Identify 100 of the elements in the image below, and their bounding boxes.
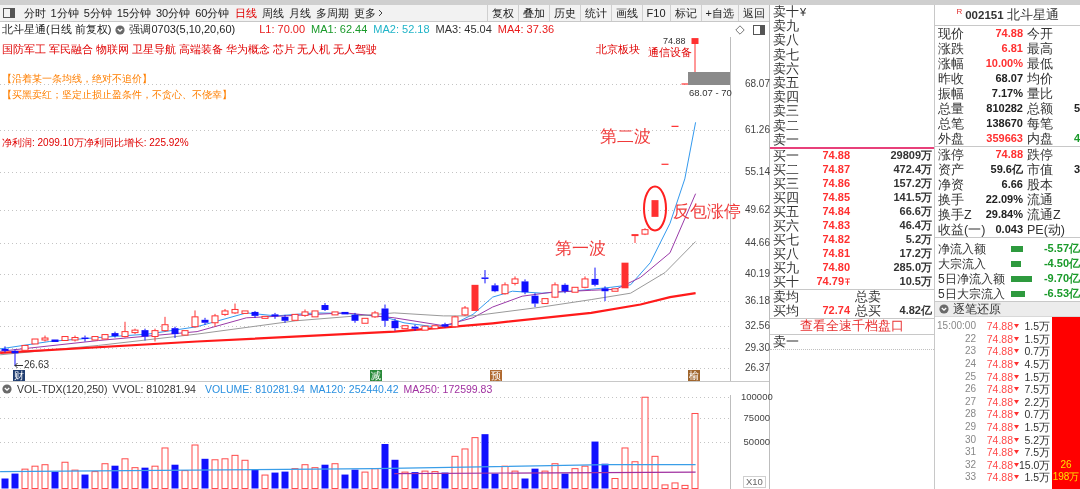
volume-bar bbox=[91, 471, 99, 489]
volume-bar bbox=[181, 470, 189, 489]
period-tab[interactable]: 多周期 bbox=[313, 5, 351, 21]
volume-bar bbox=[11, 473, 19, 489]
candlestick bbox=[371, 310, 379, 319]
axis-label: 75000 bbox=[742, 412, 770, 424]
candlestick bbox=[621, 262, 629, 289]
candlestick bbox=[71, 335, 79, 342]
indicator-name: VOL-TDX(120,250) bbox=[17, 382, 108, 395]
quote-label: 股本 bbox=[1027, 177, 1053, 192]
toolbar-button[interactable]: 历史 bbox=[548, 5, 580, 21]
bid-price: 74.86 bbox=[822, 177, 850, 191]
axis-label: 44.66 bbox=[743, 237, 770, 249]
volume-bar bbox=[681, 484, 689, 489]
bid-volume: 141.5万 bbox=[892, 191, 932, 205]
bid-level-label: 买三 bbox=[773, 176, 799, 191]
candlestick bbox=[41, 335, 49, 342]
bid-level-label: 买二 bbox=[773, 162, 799, 177]
scale-label: X10 bbox=[743, 476, 766, 488]
volume-bar bbox=[321, 464, 329, 489]
price-range-label: 68.07 - 70 bbox=[689, 87, 732, 98]
low-price-label: 26.63 bbox=[24, 359, 50, 371]
volume-bar bbox=[511, 470, 519, 489]
period-tab[interactable]: 15分钟 bbox=[114, 5, 154, 21]
volume-bar bbox=[131, 467, 139, 489]
quote-label: PE(动) bbox=[1027, 222, 1065, 237]
bid-volume: 66.6万 bbox=[898, 205, 932, 219]
volume-bar bbox=[81, 474, 89, 489]
candlestick bbox=[171, 326, 179, 339]
fund-flow-value: -9.70亿 bbox=[1042, 272, 1080, 285]
tick-price: 74.88 bbox=[985, 332, 1013, 345]
quote-value: 74.88 bbox=[995, 27, 1023, 40]
bid-volume: 29809万 bbox=[889, 149, 932, 163]
volume-bar bbox=[171, 464, 179, 489]
candlestick bbox=[391, 318, 399, 332]
quote-label: 量比 bbox=[1027, 86, 1053, 101]
toolbar-button[interactable]: 标记 bbox=[669, 5, 701, 21]
candlestick bbox=[261, 315, 269, 319]
volume-bar bbox=[541, 470, 549, 489]
period-tab[interactable]: 1分钟 bbox=[48, 5, 82, 21]
toolbar-button[interactable]: 画线 bbox=[610, 5, 642, 21]
tick-price: 74.88 bbox=[985, 471, 1013, 484]
bid-volume: 472.4万 bbox=[892, 163, 932, 177]
fund-flow-label: 5日大宗流入 bbox=[938, 286, 1006, 301]
candlestick bbox=[591, 267, 599, 287]
bid-volume: 46.4万 bbox=[898, 219, 932, 233]
candlestick bbox=[671, 125, 679, 127]
quote-value: 29.84% bbox=[985, 208, 1023, 221]
more-menu-button[interactable]: 更多 bbox=[351, 5, 385, 21]
ask-level-label: 卖一 bbox=[773, 334, 799, 349]
indicator-value: MA250: 172599.83 bbox=[403, 382, 493, 395]
chart-annotation: 第二波 bbox=[600, 127, 651, 147]
ask-level-label: 卖八 bbox=[773, 33, 799, 48]
axis-label: 50000 bbox=[742, 436, 770, 448]
volume-bar bbox=[261, 474, 269, 489]
candlestick bbox=[571, 286, 579, 293]
profit-note: 净利润: 2099.10万净利同比增长: 225.92% bbox=[2, 137, 189, 149]
toolbar-button[interactable]: 叠加 bbox=[517, 5, 549, 21]
candlestick bbox=[521, 278, 529, 295]
toolbar-button[interactable]: F10 bbox=[641, 5, 670, 21]
candlestick bbox=[641, 227, 649, 236]
candlestick bbox=[111, 331, 119, 339]
toolbar-button[interactable]: 复权 bbox=[486, 5, 518, 21]
period-tab[interactable]: 30分钟 bbox=[153, 5, 193, 21]
period-tab[interactable]: 分时 bbox=[21, 5, 48, 21]
tick-volume: 7.5万 bbox=[1023, 446, 1050, 459]
toolbar-button[interactable]: 统计 bbox=[579, 5, 611, 21]
bid-price: 74.87 bbox=[822, 163, 850, 177]
volume-bar bbox=[471, 437, 479, 489]
toolbar-button[interactable]: 返回 bbox=[738, 5, 769, 21]
toolbar-button[interactable]: +自选 bbox=[700, 5, 738, 21]
quote-label: 总笔 bbox=[938, 116, 964, 131]
candlestick bbox=[471, 284, 479, 311]
chart-annotation: 反包涨停 bbox=[673, 202, 741, 222]
period-tab[interactable]: 60分钟 bbox=[192, 5, 232, 21]
volume-bar bbox=[401, 471, 409, 489]
quote-label: 每笔 bbox=[1027, 116, 1053, 131]
bid-level-label: 买五 bbox=[773, 204, 799, 219]
period-tab[interactable]: 周线 bbox=[259, 5, 286, 21]
event-marker: 预 bbox=[490, 370, 502, 381]
period-tab[interactable]: 5分钟 bbox=[81, 5, 115, 21]
period-tab[interactable]: 月线 bbox=[286, 5, 313, 21]
candlestick bbox=[511, 275, 519, 286]
quote-value: 138670 bbox=[986, 117, 1023, 130]
candlestick bbox=[151, 328, 159, 342]
tick-time: 30 bbox=[963, 433, 976, 446]
tick-time: 31 bbox=[963, 446, 976, 459]
quote-value: 359663 bbox=[986, 132, 1023, 145]
tick-time: 26 bbox=[963, 383, 976, 396]
volume-bar bbox=[371, 468, 379, 489]
period-tab[interactable]: 日线 bbox=[232, 5, 259, 21]
volume-bar bbox=[101, 463, 109, 489]
quote-label: 均价 bbox=[1027, 71, 1053, 86]
candlestick bbox=[601, 285, 609, 302]
tick-time: 22 bbox=[963, 332, 976, 345]
event-marker: 榆 bbox=[688, 370, 700, 381]
candlestick bbox=[361, 317, 369, 324]
full-depth-link[interactable]: 查看全速千档盘口 bbox=[800, 319, 904, 334]
candlestick bbox=[401, 325, 409, 330]
fund-flow-bar bbox=[1011, 290, 1026, 297]
